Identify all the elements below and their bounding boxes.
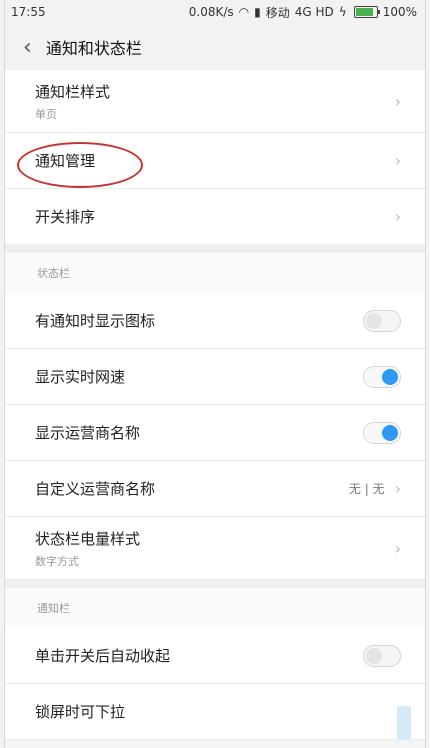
chevron-right-icon: ›	[394, 151, 401, 170]
toggle-order-label: 开关排序	[35, 208, 96, 226]
notification-settings-section: 通知栏样式 单页 › 通知管理 › 开关排序 ›	[5, 70, 425, 245]
notification-bar-settings-section: 单击开关后自动收起 锁屏时可下拉	[5, 628, 425, 740]
chevron-right-icon: ›	[394, 479, 401, 498]
page-title: 通知和状态栏	[45, 39, 142, 58]
lockscreen-pulldown-label: 锁屏时可下拉	[35, 703, 126, 721]
notification-style-label: 通知栏样式	[35, 82, 111, 101]
chevron-right-icon: ›	[394, 207, 401, 226]
page-header: ‹ 通知和状态栏	[5, 24, 425, 70]
show-carrier-name-toggle[interactable]	[363, 421, 401, 444]
carrier-name: 移动	[265, 5, 290, 20]
custom-carrier-name-label: 自定义运营商名称	[35, 480, 156, 498]
auto-collapse-item[interactable]: 单击开关后自动收起	[5, 628, 425, 684]
chevron-right-icon: ›	[394, 91, 401, 111]
notification-bar-section-header: 通知栏	[5, 580, 425, 628]
toggle-order-item[interactable]: 开关排序 ›	[5, 189, 425, 245]
battery-icon	[353, 6, 380, 18]
chevron-right-icon: ›	[394, 538, 401, 558]
battery-style-value: 数字方式	[35, 554, 79, 568]
notification-style-value: 单页	[35, 107, 57, 121]
custom-carrier-name-value: 无 | 无	[348, 482, 385, 496]
network-speed: 0.08K/s	[188, 5, 234, 19]
show-carrier-name-item[interactable]: 显示运营商名称	[5, 405, 425, 461]
status-bar-section-header: 状态栏	[5, 245, 425, 293]
show-icon-on-notification-item[interactable]: 有通知时显示图标	[5, 293, 425, 349]
auto-collapse-toggle[interactable]	[363, 644, 401, 667]
image-artifact	[397, 706, 411, 740]
status-time: 17:55	[11, 5, 46, 19]
show-network-speed-toggle[interactable]	[363, 365, 401, 388]
show-carrier-name-label: 显示运营商名称	[35, 424, 141, 442]
back-icon[interactable]: ‹	[23, 35, 32, 60]
phone-screen: 17:55 0.08K/s ◠ ▮ 移动 4G HD ϟ 100% ‹ 通知和状…	[4, 0, 426, 748]
status-bar-settings-section: 有通知时显示图标 显示实时网速 显示运营商名称 自定义运营商名称 无 | 无 ›…	[5, 293, 425, 580]
lockscreen-pulldown-item[interactable]: 锁屏时可下拉	[5, 684, 425, 740]
show-icon-on-notification-label: 有通知时显示图标	[35, 312, 156, 330]
wifi-icon: ◠	[238, 5, 250, 19]
status-bar: 17:55 0.08K/s ◠ ▮ 移动 4G HD ϟ 100%	[5, 0, 425, 24]
network-type: 4G HD	[294, 5, 334, 19]
signal-icon: ▮	[254, 5, 261, 19]
auto-collapse-label: 单击开关后自动收起	[35, 647, 171, 665]
battery-style-label: 状态栏电量样式	[35, 529, 141, 548]
show-icon-on-notification-toggle[interactable]	[363, 309, 401, 332]
notification-management-label: 通知管理	[35, 152, 96, 170]
show-network-speed-label: 显示实时网速	[35, 368, 126, 386]
charging-icon: ϟ	[338, 5, 347, 19]
battery-style-item[interactable]: 状态栏电量样式 数字方式 ›	[5, 517, 425, 580]
notification-management-item[interactable]: 通知管理 ›	[5, 133, 425, 189]
battery-percent: 100%	[382, 5, 417, 19]
custom-carrier-name-item[interactable]: 自定义运营商名称 无 | 无 ›	[5, 461, 425, 517]
show-network-speed-item[interactable]: 显示实时网速	[5, 349, 425, 405]
notification-style-item[interactable]: 通知栏样式 单页 ›	[5, 70, 425, 133]
